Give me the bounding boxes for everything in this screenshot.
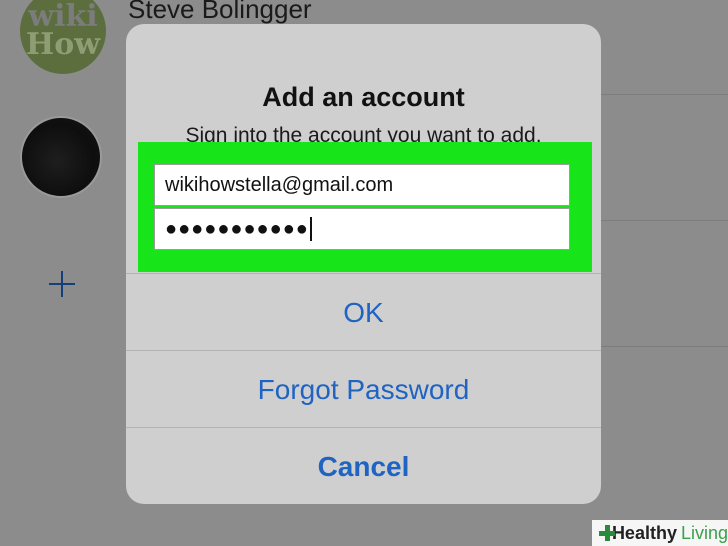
forgot-password-button[interactable]: Forgot Password [126, 351, 601, 428]
password-field[interactable]: ●●●●●●●●●●● [154, 208, 570, 250]
dialog-title: Add an account [262, 82, 465, 112]
credentials-highlight [138, 142, 592, 272]
cross-icon [598, 524, 615, 542]
password-value: ●●●●●●●●●●● [165, 217, 309, 240]
ok-button[interactable]: OK [126, 274, 601, 351]
account-name[interactable]: Steve Bolingger [128, 0, 312, 25]
watermark-brand-bold: Healthy [611, 522, 677, 543]
avatar-logo-line2: How [25, 27, 101, 62]
add-account-dialog: Add an account Sign into the account you… [126, 24, 601, 504]
email-field[interactable]: wikihowstella@gmail.com [154, 164, 570, 206]
wikihow-avatar: wiki How [20, 0, 106, 74]
text-cursor [309, 217, 312, 241]
account-avatar[interactable] [20, 116, 102, 198]
watermark: Healthy Living [592, 520, 728, 546]
email-value: wikihowstella@gmail.com [165, 173, 394, 196]
plus-icon[interactable] [47, 269, 77, 299]
watermark-brand-light: Living [680, 522, 728, 543]
cancel-button[interactable]: Cancel [126, 428, 601, 504]
